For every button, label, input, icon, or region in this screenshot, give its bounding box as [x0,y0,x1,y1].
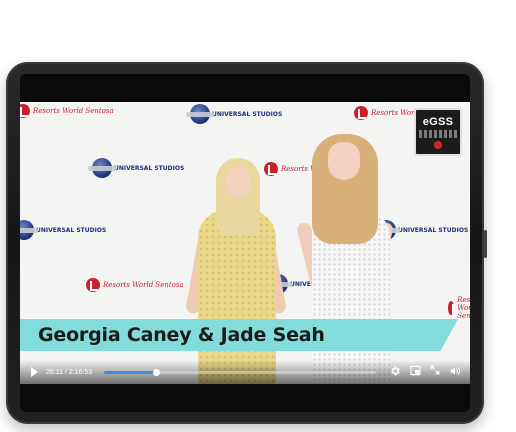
universal-studios-logo: UNIVERSAL STUDIOS [186,104,282,124]
resorts-world-logo: Resorts World Sentosa [20,104,114,118]
current-time: 26:11 [46,368,63,376]
universal-studios-logo: UNIVERSAL STUDIOS [88,158,184,178]
letterbox-bottom [20,384,470,412]
settings-button[interactable] [388,365,402,379]
letterbox-top [20,74,470,102]
page: UNIVERSAL STUDIOS UNIVERSAL STUDIOS UNIV… [0,0,516,432]
fullscreen-icon [430,365,440,375]
resorts-world-logo: Resorts World Sentosa [86,278,184,292]
miniplayer-button[interactable] [408,365,422,379]
egss-badge: eGSS [414,108,462,156]
lower-third-caption: Georgia Caney & Jade Seah [20,319,458,351]
caption-text: Georgia Caney & Jade Seah [38,324,325,346]
tablet-side-button [484,230,487,258]
volume-button[interactable] [448,365,462,379]
tablet-frame: UNIVERSAL STUDIOS UNIVERSAL STUDIOS UNIV… [6,62,487,424]
play-icon [30,367,38,377]
progress-fill [104,370,157,374]
time-display: 26:11 / 2:16:53 [46,368,93,376]
play-button[interactable] [28,365,40,379]
universal-studios-logo: UNIVERSAL STUDIOS [20,220,106,240]
duration: 2:16:53 [68,368,93,376]
gear-icon [391,366,400,376]
video-player[interactable]: UNIVERSAL STUDIOS UNIVERSAL STUDIOS UNIV… [20,74,470,412]
volume-icon [450,367,461,375]
miniplayer-icon [409,365,421,376]
resorts-world-logo: Resorts World Sentosa [448,296,470,320]
video-frame[interactable]: UNIVERSAL STUDIOS UNIVERSAL STUDIOS UNIV… [20,102,470,384]
progress-knob[interactable] [153,368,161,376]
player-controls: 26:11 / 2:16:53 [20,360,470,384]
fullscreen-button[interactable] [428,365,442,379]
progress-bar[interactable] [104,368,376,376]
